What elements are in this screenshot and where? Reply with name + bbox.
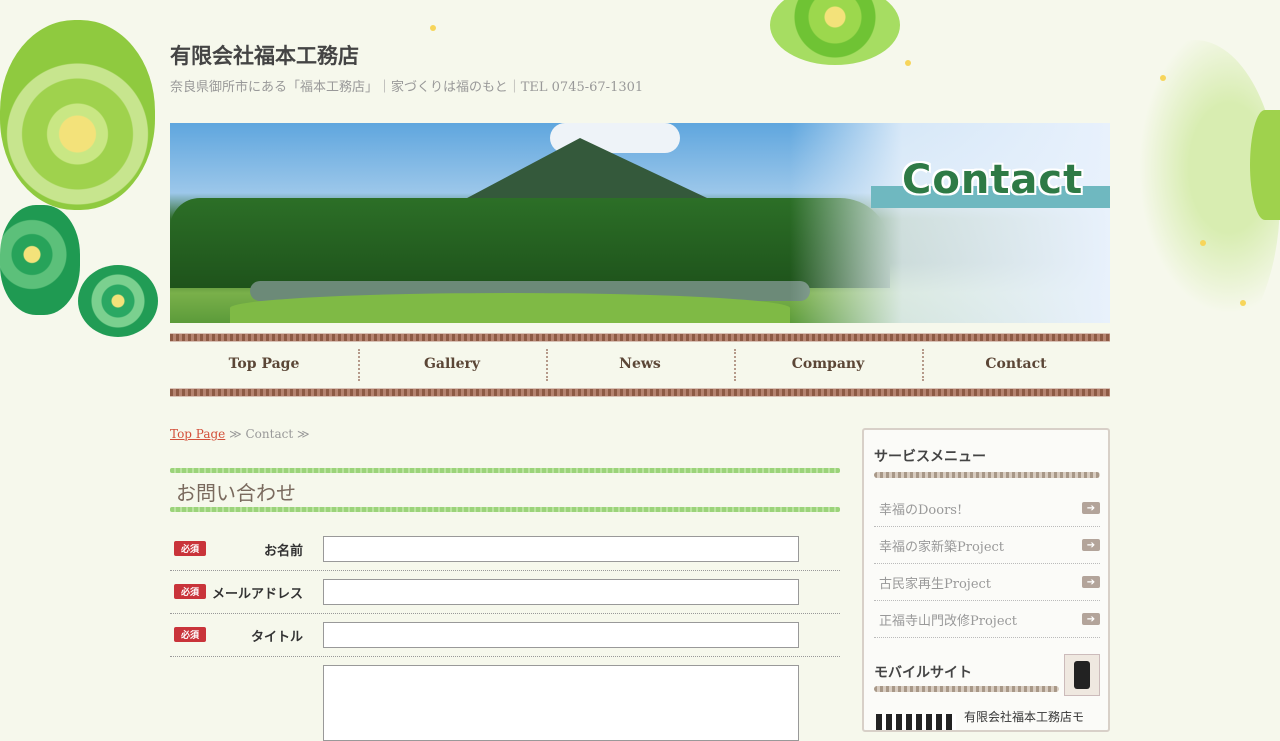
breadcrumb-current: Contact <box>245 427 294 441</box>
decorative-dot <box>430 25 436 31</box>
heading-rule-top <box>170 468 840 473</box>
decorative-dot <box>905 60 911 66</box>
decorative-dot <box>1240 300 1246 306</box>
nav-rail-bottom <box>170 388 1110 397</box>
service-menu-divider <box>874 472 1100 478</box>
name-label: お名前 <box>263 544 303 559</box>
service-menu: 幸福のDoors! ➔ 幸福の家新築Project ➔ 古民家再生Project ➔ … <box>874 490 1100 638</box>
mobile-site-title: モバイルサイト <box>874 665 972 681</box>
service-menu-label: 古民家再生Project <box>879 576 992 592</box>
mobile-site-divider <box>874 686 1059 692</box>
sidebar: サービスメニュー 幸福のDoors! ➔ 幸福の家新築Project ➔ 古民家再生… <box>862 428 1110 732</box>
nav-item-company[interactable]: Company <box>734 343 922 385</box>
breadcrumb-separator: ≫ <box>229 427 242 441</box>
nav-item-news[interactable]: News <box>546 343 734 385</box>
email-input[interactable] <box>323 579 799 605</box>
service-menu-item[interactable]: 幸福の家新築Project ➔ <box>874 527 1100 564</box>
mobile-site-text: 有限会社福本工務店モ <box>964 710 1085 724</box>
banner-golf-green <box>230 293 790 323</box>
service-menu-title: サービスメニュー <box>874 449 986 465</box>
breadcrumb-separator: ≫ <box>296 427 310 441</box>
nav-item-gallery[interactable]: Gallery <box>358 343 546 385</box>
email-label: メールアドレス <box>211 587 303 602</box>
required-badge: 必須 <box>174 627 206 642</box>
qr-code <box>876 714 956 730</box>
form-row-message <box>170 657 840 741</box>
arrow-right-icon: ➔ <box>1082 539 1100 551</box>
required-badge: 必須 <box>174 584 206 599</box>
decorative-flower <box>770 0 900 65</box>
banner-heading: Contact <box>902 157 1084 203</box>
decorative-dot <box>1200 240 1206 246</box>
service-menu-label: 幸福の家新築Project <box>879 539 1005 555</box>
decorative-dot <box>1160 75 1166 81</box>
banner-fade <box>790 123 1110 323</box>
message-textarea[interactable] <box>323 665 799 741</box>
header-banner: Contact <box>170 123 1110 323</box>
decorative-leaf <box>1250 110 1280 220</box>
breadcrumb: Top Page ≫ Contact ≫ <box>170 427 310 441</box>
site-tagline: 奈良県御所市にある「福本工務店」｜家づくりは福のもと｜TEL 0745-67-1… <box>170 80 644 95</box>
contact-form: 必須 お名前 必須 メールアドレス 必須 タイトル <box>170 528 840 741</box>
arrow-right-icon: ➔ <box>1082 502 1100 514</box>
required-badge: 必須 <box>174 541 206 556</box>
name-input[interactable] <box>323 536 799 562</box>
heading-rule-bottom <box>170 507 840 512</box>
main-navigation: Top Page Gallery News Company Contact <box>170 333 1110 397</box>
decorative-flower <box>0 205 80 315</box>
decorative-flower <box>78 265 158 337</box>
title-input[interactable] <box>323 622 799 648</box>
service-menu-label: 幸福のDoors! <box>879 502 963 518</box>
site-title[interactable]: 有限会社福本工務店 <box>170 40 359 70</box>
arrow-right-icon: ➔ <box>1082 613 1100 625</box>
banner-forest <box>170 198 890 288</box>
service-menu-item[interactable]: 幸福のDoors! ➔ <box>874 490 1100 527</box>
breadcrumb-home-link[interactable]: Top Page <box>170 427 225 441</box>
form-row-email: 必須 メールアドレス <box>170 571 840 614</box>
service-menu-label: 正福寺山門改修Project <box>879 613 1018 629</box>
nav-item-contact[interactable]: Contact <box>922 343 1110 385</box>
service-menu-item[interactable]: 古民家再生Project ➔ <box>874 564 1100 601</box>
form-row-name: 必須 お名前 <box>170 528 840 571</box>
page-title: お問い合わせ <box>176 481 296 505</box>
decorative-flower <box>0 20 155 210</box>
nav-item-top-page[interactable]: Top Page <box>170 343 358 385</box>
smartphone-icon <box>1064 654 1100 696</box>
title-label: タイトル <box>250 630 303 645</box>
page-heading-block: お問い合わせ <box>170 466 840 514</box>
form-row-title: 必須 タイトル <box>170 614 840 657</box>
nav-rail-top <box>170 333 1110 342</box>
arrow-right-icon: ➔ <box>1082 576 1100 588</box>
service-menu-item[interactable]: 正福寺山門改修Project ➔ <box>874 601 1100 638</box>
